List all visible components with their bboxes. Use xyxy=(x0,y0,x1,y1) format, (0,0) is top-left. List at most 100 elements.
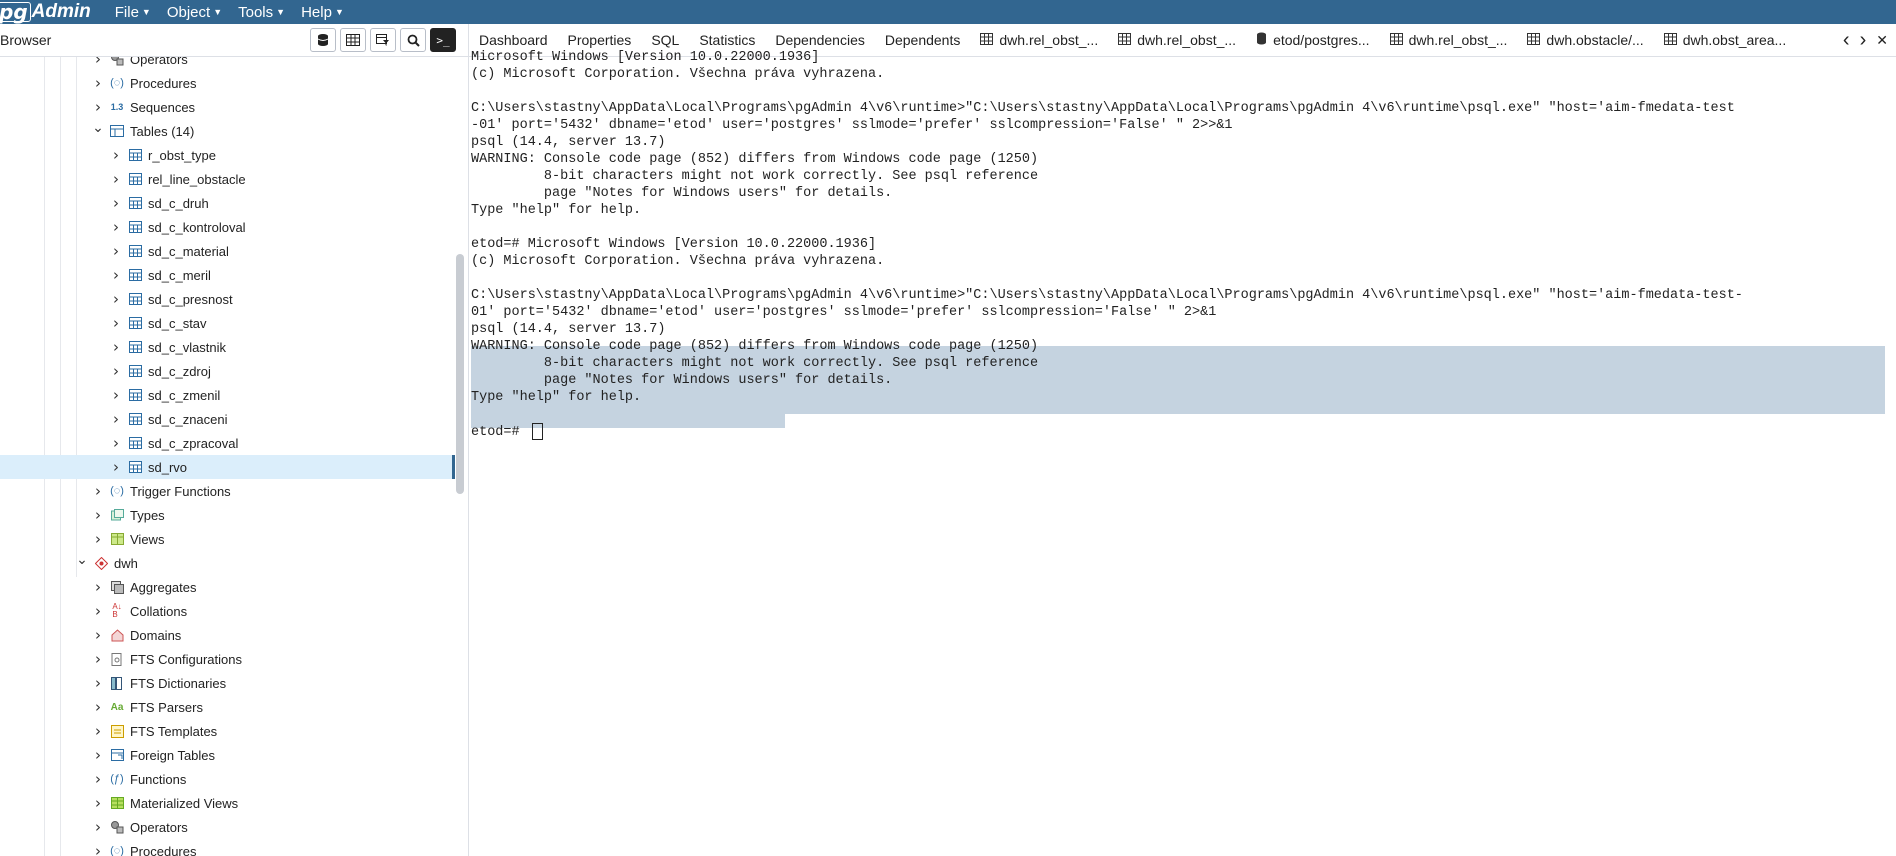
chevron-right-icon[interactable]: › xyxy=(110,170,122,188)
menu-tools[interactable]: Tools ▼ xyxy=(238,4,285,21)
chevron-right-icon[interactable]: › xyxy=(92,842,104,856)
chevron-right-icon[interactable]: › xyxy=(92,602,104,620)
chevron-right-icon[interactable]: › xyxy=(92,698,104,716)
chevron-right-icon[interactable]: › xyxy=(92,818,104,836)
chevron-right-icon[interactable]: › xyxy=(1860,30,1867,50)
logo-text: Admin xyxy=(31,1,91,22)
tree-item[interactable]: › FTS Configurations xyxy=(0,647,455,671)
chevron-right-icon[interactable]: › xyxy=(92,74,104,92)
tree-item[interactable]: › (◌) Procedures xyxy=(0,839,455,856)
tree-item[interactable]: › (◌) Trigger Functions xyxy=(0,479,455,503)
tree-item[interactable]: › sd_c_vlastnik xyxy=(0,335,455,359)
tree-item[interactable]: › Operators xyxy=(0,815,455,839)
chevron-right-icon[interactable]: › xyxy=(92,98,104,116)
menu-file[interactable]: File ▼ xyxy=(115,4,151,21)
chevron-down-icon: ▼ xyxy=(276,7,286,17)
menu-help[interactable]: Help ▼ xyxy=(301,4,344,21)
tab-item[interactable]: dwh.rel_obst_... xyxy=(1108,24,1246,56)
chevron-right-icon[interactable]: › xyxy=(110,194,122,212)
tree-item[interactable]: › Types xyxy=(0,503,455,527)
chevron-right-icon[interactable]: › xyxy=(92,578,104,596)
console-line: 8-bit characters might not work correctl… xyxy=(471,168,1038,185)
tree-item[interactable]: › sd_c_material xyxy=(0,239,455,263)
chevron-right-icon[interactable]: › xyxy=(92,482,104,500)
tree-item[interactable]: › FTS Dictionaries xyxy=(0,671,455,695)
tree-item[interactable]: › sd_c_zmenil xyxy=(0,383,455,407)
chevron-right-icon[interactable]: › xyxy=(92,626,104,644)
tree-item[interactable]: › Foreign Tables xyxy=(0,743,455,767)
chevron-right-icon[interactable]: › xyxy=(110,314,122,332)
tree-item[interactable]: › Aggregates xyxy=(0,575,455,599)
chevron-right-icon[interactable]: › xyxy=(110,386,122,404)
chevron-right-icon[interactable]: › xyxy=(110,290,122,308)
tree-item[interactable]: › (ƒ) Functions xyxy=(0,767,455,791)
tree-item[interactable]: › sd_c_znaceni xyxy=(0,407,455,431)
chevron-right-icon[interactable]: › xyxy=(92,650,104,668)
chevron-right-icon[interactable]: › xyxy=(110,266,122,284)
chevron-down-icon[interactable]: ⌄ xyxy=(92,120,104,136)
tree-item[interactable]: ⌄ Tables (14) xyxy=(0,119,455,143)
console-line: -01' port='5432' dbname='etod' user='pos… xyxy=(471,117,1233,134)
tree-item[interactable]: › Domains xyxy=(0,623,455,647)
procedure-icon: (◌) xyxy=(110,77,124,89)
chevron-right-icon[interactable]: › xyxy=(92,746,104,764)
psql-console[interactable]: Microsoft Windows [Version 10.0.22000.19… xyxy=(471,50,1891,852)
tab-item[interactable]: Dependents xyxy=(875,24,971,56)
chevron-right-icon[interactable]: › xyxy=(92,530,104,548)
search-icon[interactable] xyxy=(400,28,426,52)
tab-label: dwh.obstacle/... xyxy=(1546,32,1644,48)
object-tree: › Operators › (◌) Procedures › 1.3 Sequences ⌄ Ta… xyxy=(0,57,455,856)
tree-item[interactable]: › Views xyxy=(0,527,455,551)
tree-item[interactable]: › Materialized Views xyxy=(0,791,455,815)
chevron-down-icon[interactable]: ⌄ xyxy=(76,552,88,568)
tab-item[interactable]: dwh.rel_obst_... xyxy=(970,24,1108,56)
chevron-right-icon[interactable]: › xyxy=(92,57,104,68)
chevron-right-icon[interactable]: › xyxy=(110,338,122,356)
chevron-right-icon[interactable]: › xyxy=(110,458,122,476)
tree-item[interactable]: › r_obst_type xyxy=(0,143,455,167)
console-line: etod=# Microsoft Windows [Version 10.0.2… xyxy=(471,236,876,253)
console-text: WARNING: Console code page (852) differs… xyxy=(471,339,1039,354)
tree-item[interactable]: › (◌) Procedures xyxy=(0,71,455,95)
chevron-right-icon[interactable]: › xyxy=(110,410,122,428)
tree-item[interactable]: › sd_c_zpracoval xyxy=(0,431,455,455)
chevron-right-icon[interactable]: › xyxy=(110,146,122,164)
chevron-right-icon[interactable]: › xyxy=(92,794,104,812)
tree-item[interactable]: › 1.3 Sequences xyxy=(0,95,455,119)
tree-item-label: sd_c_kontroloval xyxy=(148,219,246,235)
tree-item[interactable]: › sd_c_meril xyxy=(0,263,455,287)
tab-item[interactable]: dwh.obstacle/... xyxy=(1517,24,1653,56)
terminal-icon[interactable]: >_ xyxy=(430,28,456,52)
tab-item[interactable]: dwh.obst_area... xyxy=(1654,24,1797,56)
tree-item[interactable]: › rel_line_obstacle xyxy=(0,167,455,191)
tab-item[interactable]: dwh.rel_obst_... xyxy=(1380,24,1518,56)
tree-item[interactable]: › FTS Templates xyxy=(0,719,455,743)
tree-item[interactable]: › sd_c_druh xyxy=(0,191,455,215)
tree-item[interactable]: › sd_c_stav xyxy=(0,311,455,335)
tab-item[interactable]: etod/postgres... xyxy=(1246,24,1380,56)
database-icon[interactable] xyxy=(310,28,336,52)
tree-item[interactable]: › A↓ B Collations xyxy=(0,599,455,623)
chevron-right-icon[interactable]: › xyxy=(92,770,104,788)
tree-item[interactable]: › sd_c_zdroj xyxy=(0,359,455,383)
menu-object[interactable]: Object ▼ xyxy=(167,4,222,21)
chevron-right-icon[interactable]: › xyxy=(110,218,122,236)
chevron-left-icon[interactable]: ‹ xyxy=(1843,30,1850,50)
tree-item-label: sd_c_vlastnik xyxy=(148,339,227,355)
tree-item[interactable]: ⌄ dwh xyxy=(0,551,455,575)
filter-table-icon[interactable] xyxy=(370,28,396,52)
tree-item[interactable]: › Aa FTS Parsers xyxy=(0,695,455,719)
chevron-right-icon[interactable]: › xyxy=(92,674,104,692)
table-grid-icon[interactable] xyxy=(340,28,366,52)
tree-item[interactable]: › sd_rvo xyxy=(0,455,455,479)
chevron-right-icon[interactable]: › xyxy=(92,722,104,740)
close-icon[interactable]: ✕ xyxy=(1876,30,1888,50)
browser-scrollbar[interactable] xyxy=(456,254,464,494)
chevron-right-icon[interactable]: › xyxy=(110,434,122,452)
chevron-right-icon[interactable]: › xyxy=(110,362,122,380)
chevron-right-icon[interactable]: › xyxy=(110,242,122,260)
tree-item[interactable]: › sd_c_kontroloval xyxy=(0,215,455,239)
chevron-right-icon[interactable]: › xyxy=(92,506,104,524)
tree-item[interactable]: › sd_c_presnost xyxy=(0,287,455,311)
tree-item[interactable]: › Operators xyxy=(0,57,455,71)
